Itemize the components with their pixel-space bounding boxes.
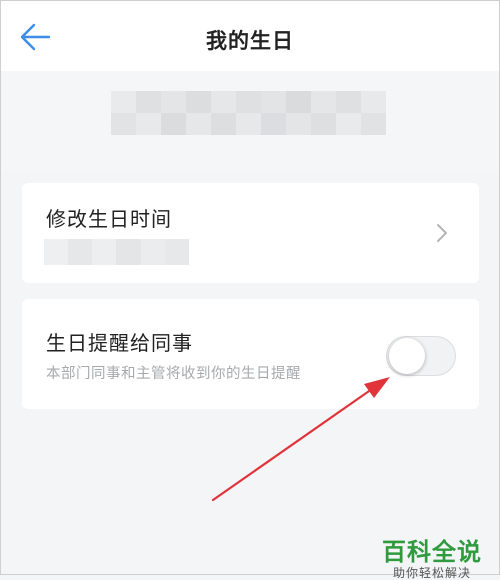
toggle-knob xyxy=(389,338,425,374)
app-header: 我的生日 xyxy=(1,1,499,71)
reminder-label: 生日提醒给同事 xyxy=(46,331,193,355)
watermark-subtitle: 助你轻松解决 xyxy=(392,566,471,580)
watermark-title: 百科全说 xyxy=(382,538,482,566)
watermark-logo: 百科全说 助你轻松解决 xyxy=(372,538,492,580)
birthday-reminder-row: 生日提醒给同事 本部门同事和主管将收到你的生日提醒 xyxy=(22,299,479,409)
profile-section xyxy=(1,71,499,171)
page-title: 我的生日 xyxy=(206,29,294,53)
edit-birthday-label: 修改生日时间 xyxy=(46,207,172,231)
chevron-right-icon xyxy=(437,224,447,242)
redacted-birthday-value xyxy=(44,239,189,265)
redacted-name-mosaic xyxy=(111,91,386,135)
reminder-description: 本部门同事和主管将收到你的生日提醒 xyxy=(46,366,301,382)
reminder-toggle[interactable] xyxy=(386,336,456,376)
edit-birthday-row[interactable]: 修改生日时间 xyxy=(22,183,479,283)
